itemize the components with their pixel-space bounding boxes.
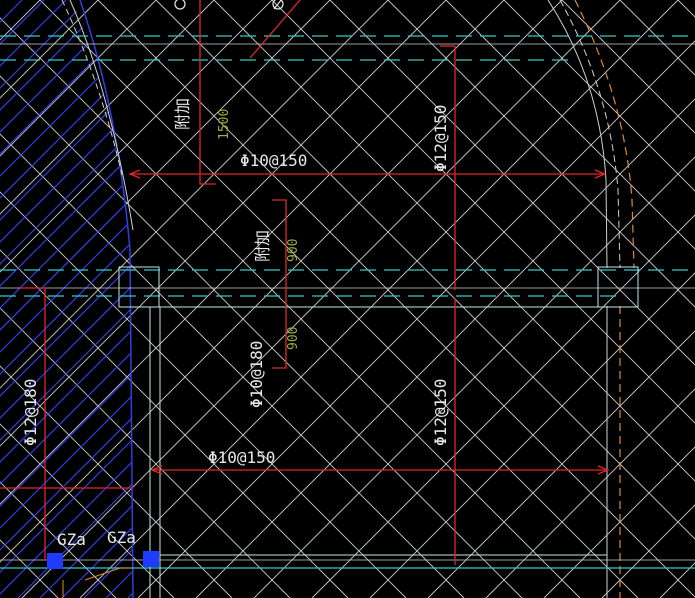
blue-hatch-line [656,0,695,598]
label-mid-fujia: 附加 [253,230,272,262]
blue-hatch-line [0,0,133,598]
label-mid-length-lower: 900 [286,327,301,350]
annotations: 附加 1500 Φ10@150 Φ12@150 附加 900 900 Φ10@1… [21,98,450,549]
hatch-line [271,0,695,424]
blue-hatch-line [0,0,133,598]
blue-hatch-line [0,0,67,598]
hatch-line [0,365,233,598]
hatch-line [427,330,695,598]
blue-hatch-line [0,0,133,598]
label-mid-length-upper: 900 [286,239,301,262]
column-gza-2 [143,551,159,567]
blue-hatch-line [172,0,695,598]
blue-hatch-line [0,0,111,598]
blue-hatch-line [83,0,133,598]
hatch-line [387,0,695,308]
blue-hatch-line [458,0,695,598]
label-top-horizontal-rebar: Φ10@150 [240,151,307,170]
blue-hatch-line [0,0,23,598]
hatch-line [0,75,523,598]
label-left-vertical-rebar: Φ12@180 [21,379,40,446]
label-bottom-horizontal-rebar: Φ10@150 [208,448,275,467]
right-boundary-arcs [547,0,635,598]
column-gza-1 [47,553,63,569]
hatch-line [155,0,695,540]
top-partial-glyphs [174,0,284,10]
blue-hatch-line [348,0,695,598]
label-right-lower-vertical-rebar: Φ12@150 [431,379,450,446]
hatch-line [0,191,407,598]
blue-hatch-line [568,0,695,598]
blue-hatch-line [0,0,133,598]
bottom-left-detail [62,567,133,598]
hatch-line [0,307,291,598]
hatch-line [619,0,695,76]
blue-hatch-line [0,0,45,598]
hatch-line [97,0,695,598]
blue-hatch-line [612,0,695,598]
blue-hatch-line [150,0,695,598]
hatch-line [0,0,273,273]
blue-hatch-line [0,0,133,598]
hatch-line [79,0,679,598]
blue-hatch-line [304,0,695,598]
blue-hatch-line [0,0,133,598]
blue-hatch-line [0,0,133,598]
hatch-line [21,0,621,598]
hatch-left-blue [0,0,695,598]
label-top-length: 1500 [217,109,232,140]
blue-hatch-line [17,0,133,598]
label-column-gza-1: GZa [57,530,86,549]
blue-hatch-line [0,0,133,598]
hatch-cross-pattern [0,0,695,598]
blue-hatch-line [238,0,695,598]
blue-hatch-line [127,0,133,598]
blue-hatch-line [326,0,695,598]
label-mid-vertical-rebar: Φ10@180 [247,341,266,408]
blue-hatch-line [0,0,133,598]
hatch-line [0,481,117,598]
hatch-line [503,0,695,192]
hatch-line [601,504,695,598]
hatch-line [659,562,695,598]
blue-hatch-line [0,0,133,598]
blue-hatch-line [0,0,133,598]
blue-hatch-line [0,0,133,598]
blue-hatch-line [480,0,695,598]
label-top-fujia: 附加 [173,98,192,130]
blue-hatch-line [0,0,133,598]
blue-hatch-line [436,0,695,598]
hatch-line [0,133,465,598]
beam-outline [118,266,639,598]
label-top-right-vertical-rebar: Φ12@150 [431,105,450,172]
blue-hatch-line [414,0,695,598]
label-column-gza-2: GZa [107,528,136,547]
blue-hatch-line [61,0,133,598]
hatch-line [0,0,389,389]
structural-rebar-drawing: 附加 1500 Φ10@150 Φ12@150 附加 900 900 Φ10@1… [0,0,695,598]
